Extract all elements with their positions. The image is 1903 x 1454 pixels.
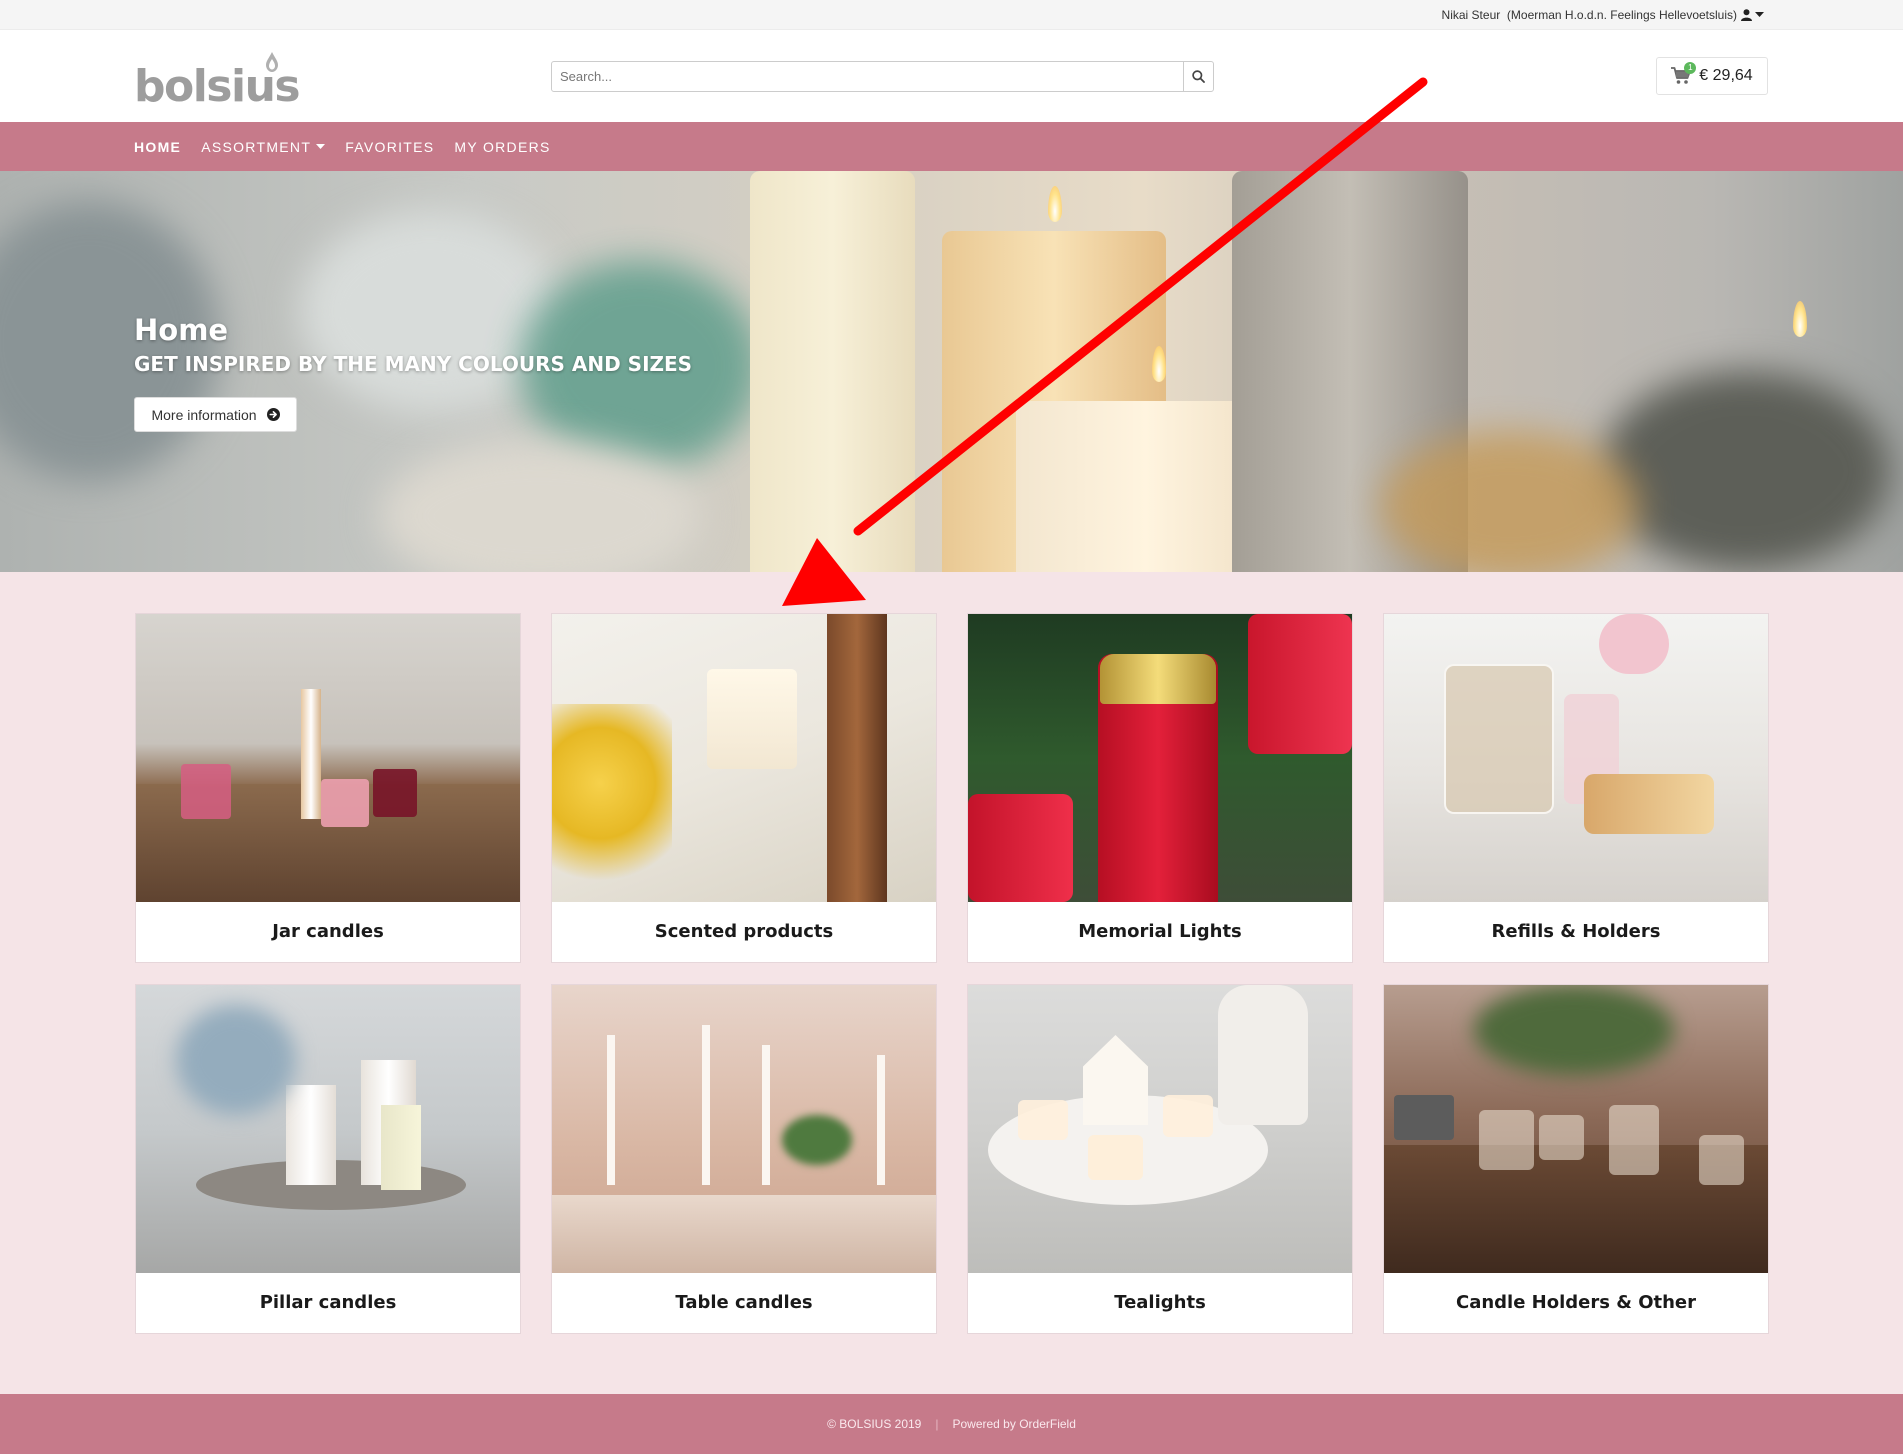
- category-label: Pillar candles: [259, 1292, 397, 1313]
- footer: © BOLSIUS 2019 | Powered by OrderField: [0, 1394, 1903, 1454]
- category-card-scented-products[interactable]: Scented products: [551, 613, 937, 963]
- search-button[interactable]: [1183, 62, 1213, 91]
- nav-item-my-orders-label: My orders: [454, 138, 551, 155]
- category-card-memorial-lights[interactable]: Memorial Lights: [967, 613, 1353, 963]
- search-bar: [551, 61, 1214, 92]
- category-card-candle-holders-other[interactable]: Candle Holders & Other: [1383, 984, 1769, 1334]
- user-menu-toggle[interactable]: [1741, 6, 1771, 24]
- cart-icon-wrap: 1: [1671, 62, 1697, 85]
- category-image: [136, 985, 520, 1273]
- category-card-tealights[interactable]: Tealights: [967, 984, 1353, 1334]
- hero-subtitle: GET INSPIRED BY THE MANY COLOURS AND SIZ…: [134, 352, 693, 376]
- hero-title: Home: [134, 313, 229, 347]
- logo-flame-icon: [266, 52, 278, 72]
- category-label: Scented products: [654, 921, 834, 942]
- category-label: Jar candles: [272, 921, 384, 942]
- hero-text: Home GET INSPIRED BY THE MANY COLOURS AN…: [134, 312, 693, 432]
- arrow-circle-right-icon: [266, 408, 280, 421]
- top-bar: Nikai Steur (Moerman H.o.d.n. Feelings H…: [0, 0, 1903, 30]
- search-input[interactable]: [552, 62, 1183, 91]
- caret-down-icon: [316, 144, 326, 149]
- category-image: [1384, 985, 1768, 1273]
- category-image: [136, 614, 520, 902]
- caret-down-icon: [1755, 12, 1764, 17]
- user-icon: [1741, 9, 1752, 21]
- cart-button[interactable]: 1 € 29,64: [1656, 57, 1768, 95]
- category-image: [968, 614, 1352, 902]
- more-information-label: More information: [151, 406, 257, 423]
- category-card-pillar-candles[interactable]: Pillar candles: [135, 984, 521, 1334]
- category-label: Refills & Holders: [1491, 921, 1661, 942]
- footer-powered-by[interactable]: Powered by OrderField: [952, 1417, 1075, 1431]
- hero-banner: Home GET INSPIRED BY THE MANY COLOURS AN…: [0, 171, 1903, 572]
- category-label: Tealights: [1114, 1292, 1206, 1313]
- category-card-refills-holders[interactable]: Refills & Holders: [1383, 613, 1769, 963]
- nav-item-favorites[interactable]: Favorites: [345, 139, 434, 155]
- nav-item-assortment-label: Assortment: [201, 138, 312, 155]
- header: bolsius 1 € 29,64: [0, 30, 1903, 122]
- more-information-button[interactable]: More information: [134, 397, 297, 432]
- user-company: (Moerman H.o.d.n. Feelings Hellevoetslui…: [1506, 8, 1737, 22]
- cart-total: € 29,64: [1699, 67, 1753, 84]
- category-card-jar-candles[interactable]: Jar candles: [135, 613, 521, 963]
- category-label: Candle Holders & Other: [1455, 1292, 1697, 1313]
- category-label: Table candles: [675, 1292, 813, 1313]
- nav-item-favorites-label: Favorites: [345, 138, 435, 155]
- category-image: [552, 614, 936, 902]
- category-image: [1384, 614, 1768, 902]
- cart-count-badge: 1: [1684, 62, 1697, 74]
- main-nav: Home Assortment Favorites My orders: [0, 122, 1903, 171]
- category-card-table-candles[interactable]: Table candles: [551, 984, 937, 1334]
- category-label: Memorial Lights: [1078, 921, 1242, 942]
- nav-item-my-orders[interactable]: My orders: [454, 139, 550, 155]
- footer-separator: |: [935, 1417, 939, 1431]
- logo[interactable]: bolsius: [134, 52, 304, 112]
- category-image: [968, 985, 1352, 1273]
- category-image: [552, 985, 936, 1273]
- nav-item-home-label: Home: [134, 138, 182, 155]
- nav-item-assortment[interactable]: Assortment: [201, 138, 326, 155]
- user-name: Nikai Steur: [1441, 8, 1501, 22]
- search-icon: [1192, 70, 1205, 83]
- nav-item-home[interactable]: Home: [134, 139, 181, 155]
- user-info: Nikai Steur (Moerman H.o.d.n. Feelings H…: [1442, 0, 1737, 30]
- footer-copyright: © BOLSIUS 2019: [827, 1417, 922, 1431]
